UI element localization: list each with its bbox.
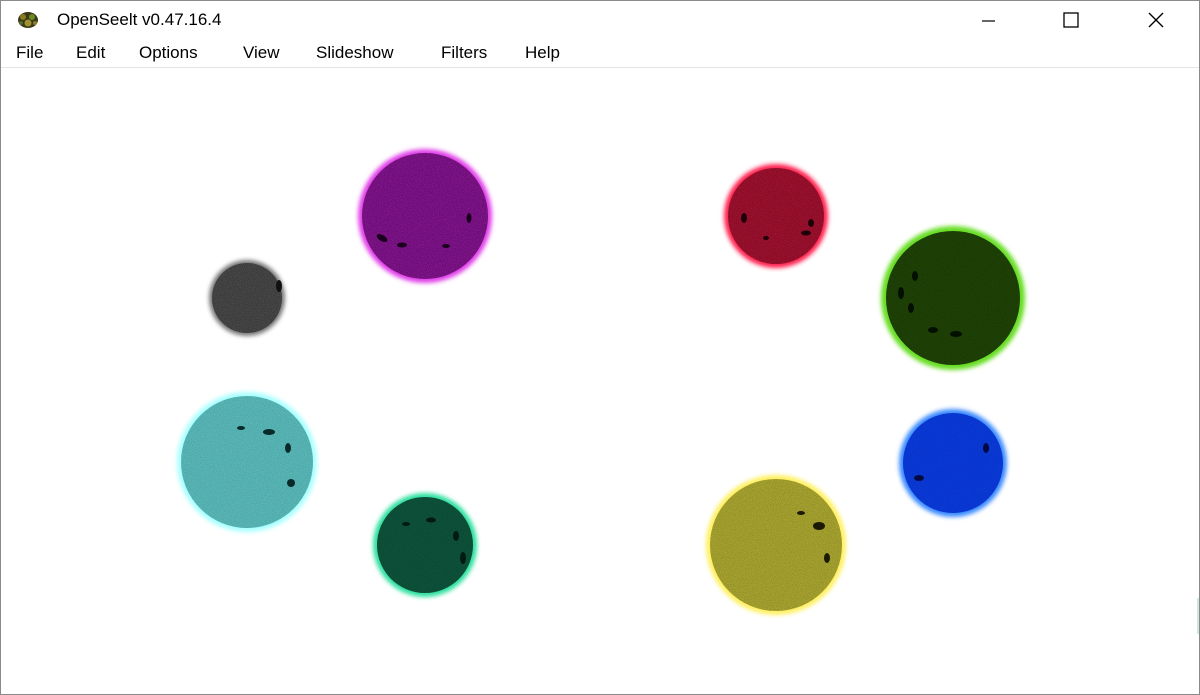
minimize-button[interactable] <box>945 1 1031 39</box>
red-sphere <box>724 164 828 268</box>
window-title: OpenSeelt v0.47.16.4 <box>57 10 222 29</box>
close-icon <box>1147 11 1165 29</box>
maximize-button[interactable] <box>1028 1 1114 39</box>
menu-filters[interactable]: Filters <box>439 43 489 63</box>
image-canvas[interactable] <box>1 68 1199 694</box>
maximize-icon <box>1062 11 1080 29</box>
yellow-sphere <box>706 475 846 615</box>
minimize-icon <box>980 12 996 28</box>
app-window: OpenSeelt v0.47.16.4 File Edit Options V… <box>0 0 1200 695</box>
blue-sphere <box>899 409 1007 517</box>
menu-view[interactable]: View <box>241 43 282 63</box>
gray-sphere <box>209 260 285 336</box>
menu-options[interactable]: Options <box>137 43 200 63</box>
menu-bar: File Edit Options View Slideshow Filters… <box>1 39 1199 68</box>
cyan-sphere <box>177 392 317 532</box>
menu-edit[interactable]: Edit <box>74 43 107 63</box>
purple-sphere <box>358 149 492 283</box>
title-bar[interactable]: OpenSeelt v0.47.16.4 <box>1 1 1199 39</box>
edge-artifact <box>1197 598 1199 634</box>
close-button[interactable] <box>1113 1 1199 39</box>
menu-help[interactable]: Help <box>523 43 562 63</box>
teal-sphere <box>373 493 477 597</box>
green-sphere <box>881 226 1025 370</box>
menu-file[interactable]: File <box>14 43 45 63</box>
displayed-image <box>177 149 1025 615</box>
app-icon <box>17 10 39 30</box>
menu-slideshow[interactable]: Slideshow <box>314 43 396 63</box>
